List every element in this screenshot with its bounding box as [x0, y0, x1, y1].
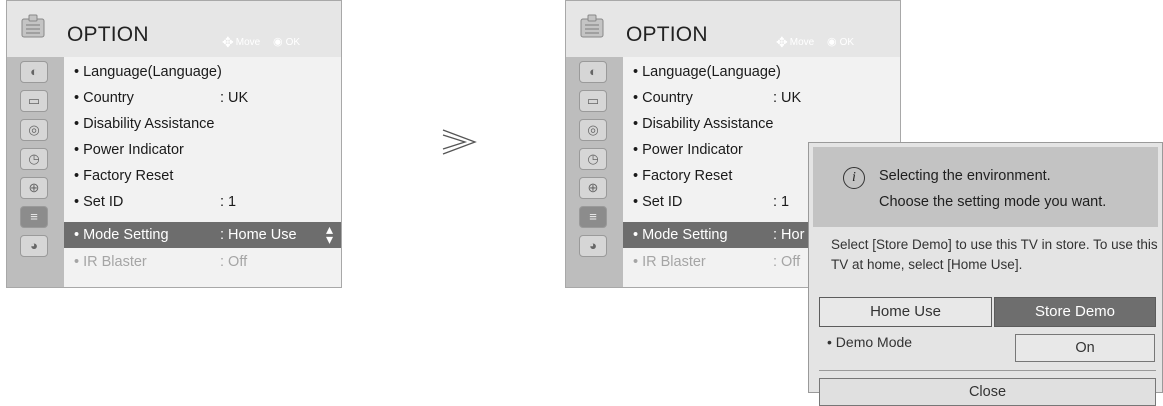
time-icon[interactable]: ◷: [579, 148, 607, 170]
menu-item-disability-assistance[interactable]: • Disability Assistance: [623, 111, 900, 137]
up-down-arrow-icon: ▴ ▾: [325, 221, 333, 247]
demo-mode-toggle[interactable]: On: [1015, 334, 1155, 362]
hint-ok-label: OK: [839, 37, 855, 48]
audio-icon[interactable]: ◎: [20, 119, 48, 141]
menu-item-label: • IR Blaster: [633, 254, 706, 270]
menu-item-value: : UK: [220, 90, 249, 106]
menu-item-set-id[interactable]: • Set ID : 1: [64, 189, 341, 215]
menu-item-label: • Set ID: [633, 194, 683, 210]
menu-item-value: : Hor: [773, 227, 805, 243]
menu-sidebar: ◐ ▭ ◎ ◷ ⊕ ≡ ◕: [7, 57, 64, 287]
ok-icon: ◉: [826, 36, 837, 48]
menu-item-label: • Factory Reset: [74, 168, 174, 184]
close-button[interactable]: Close: [819, 378, 1156, 406]
picture-icon[interactable]: ◐: [20, 61, 48, 83]
menu-header: OPTION ✥ Move ◉ OK: [566, 1, 900, 57]
network-icon[interactable]: ◕: [579, 235, 607, 257]
menu-item-factory-reset[interactable]: • Factory Reset: [64, 163, 341, 189]
info-line-1: Selecting the environment.: [879, 168, 1051, 184]
menu-item-label: • Factory Reset: [633, 168, 733, 184]
screen-icon[interactable]: ▭: [20, 90, 48, 112]
menu-item-value: : 1: [220, 194, 237, 210]
menu-item-label: • Disability Assistance: [74, 116, 215, 132]
home-use-button[interactable]: Home Use: [819, 297, 992, 327]
picture-icon[interactable]: ◐: [579, 61, 607, 83]
menu-item-label: • Country: [74, 90, 134, 106]
menu-item-disability-assistance[interactable]: • Disability Assistance: [64, 111, 341, 137]
hint-move-label: Move: [235, 37, 261, 48]
hint-move-label: Move: [789, 37, 815, 48]
store-demo-button[interactable]: Store Demo: [994, 297, 1156, 327]
menu-item-language[interactable]: • Language(Language): [623, 59, 900, 85]
menu-title: OPTION: [67, 23, 149, 46]
network-icon[interactable]: ◕: [20, 235, 48, 257]
menu-title: OPTION: [626, 23, 708, 46]
ok-icon: ◉: [272, 36, 283, 48]
menu-item-value: : Off: [773, 254, 801, 270]
menu-item-value: : Home Use: [220, 227, 297, 243]
menu-item-value: : UK: [773, 90, 802, 106]
menu-item-label: • Language(Language): [633, 64, 781, 80]
move-icon: ✥: [776, 34, 788, 50]
menu-item-label: • IR Blaster: [74, 254, 147, 270]
hint-ok-label: OK: [285, 37, 301, 48]
info-box: i Selecting the environment. Choose the …: [813, 147, 1158, 227]
info-line-2: Choose the setting mode you want.: [879, 194, 1107, 210]
lock-icon[interactable]: ⊕: [20, 177, 48, 199]
info-icon: i: [843, 167, 865, 189]
menu-item-language[interactable]: • Language(Language): [64, 59, 341, 85]
audio-icon[interactable]: ◎: [579, 119, 607, 141]
menu-item-value: : Off: [220, 254, 248, 270]
menu-item-power-indicator[interactable]: • Power Indicator: [64, 137, 341, 163]
screen-icon[interactable]: ▭: [579, 90, 607, 112]
option-icon[interactable]: ≡: [20, 206, 48, 228]
menu-item-label: • Power Indicator: [74, 142, 184, 158]
menu-item-mode-setting[interactable]: • Mode Setting : Home Use ▴ ▾: [64, 222, 341, 248]
menu-items: • Language(Language) • Country : UK • Di…: [64, 57, 341, 287]
option-icon: [580, 14, 604, 38]
menu-key-hint: ✥ Move ◉ OK: [222, 34, 300, 51]
menu-item-label: • Power Indicator: [633, 142, 743, 158]
move-icon: ✥: [222, 34, 234, 50]
option-menu-before: OPTION ✥ Move ◉ OK ◐ ▭ ◎ ◷ ⊕ ≡ ◕ • Languag…: [6, 0, 342, 288]
divider: [819, 370, 1156, 371]
option-icon[interactable]: ≡: [579, 206, 607, 228]
menu-item-label: • Mode Setting: [74, 227, 169, 243]
demo-mode-label: • Demo Mode: [827, 334, 913, 350]
menu-header: OPTION ✥ Move ◉ OK: [7, 1, 341, 57]
menu-sidebar: ◐ ▭ ◎ ◷ ⊕ ≡ ◕: [566, 57, 623, 287]
menu-item-ir-blaster[interactable]: • IR Blaster : Off: [64, 249, 341, 275]
menu-item-value: : 1: [773, 194, 790, 210]
mode-setting-dialog: i Selecting the environment. Choose the …: [808, 142, 1163, 406]
dialog-description: Select [Store Demo] to use this TV in st…: [831, 237, 1158, 272]
menu-item-label: • Mode Setting: [633, 227, 728, 243]
next-step-arrow-icon: [442, 129, 477, 155]
menu-item-country[interactable]: • Country : UK: [623, 85, 900, 111]
menu-key-hint: ✥ Move ◉ OK: [776, 34, 854, 51]
menu-item-label: • Disability Assistance: [633, 116, 774, 132]
menu-item-country[interactable]: • Country : UK: [64, 85, 341, 111]
menu-item-label: • Language(Language): [74, 64, 222, 80]
option-icon: [21, 14, 45, 38]
time-icon[interactable]: ◷: [20, 148, 48, 170]
lock-icon[interactable]: ⊕: [579, 177, 607, 199]
menu-item-label: • Set ID: [74, 194, 124, 210]
menu-item-label: • Country: [633, 90, 693, 106]
